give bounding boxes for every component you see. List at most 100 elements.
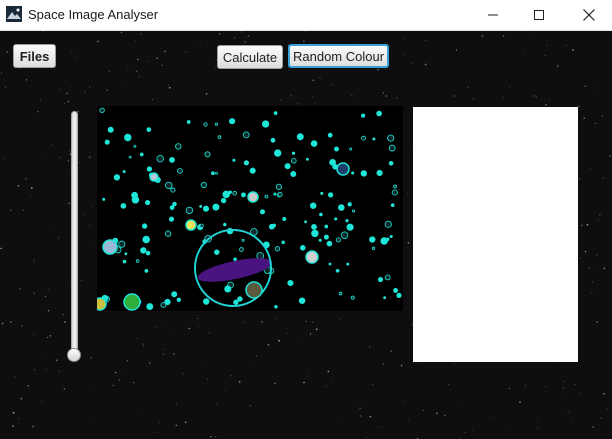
detected-star [338, 204, 345, 211]
detected-star [122, 170, 126, 174]
background-star [22, 209, 24, 211]
vertical-slider-thumb[interactable] [67, 348, 81, 362]
detected-star [384, 220, 392, 228]
detected-star [118, 240, 126, 248]
background-star [47, 289, 49, 291]
background-star [609, 155, 611, 157]
background-star [205, 93, 208, 95]
minimize-button[interactable] [470, 0, 516, 30]
detected-star [372, 137, 376, 141]
detected-star [273, 192, 277, 196]
random-colour-button[interactable]: Random Colour [288, 44, 389, 68]
detected-star [396, 292, 402, 298]
background-star [307, 375, 309, 377]
detected-star [323, 234, 329, 240]
background-star [175, 424, 178, 427]
detected-star [387, 134, 395, 142]
background-star [331, 382, 333, 384]
background-star [50, 227, 52, 229]
detected-star [249, 167, 256, 174]
detected-star [305, 157, 309, 161]
detected-star [141, 223, 148, 229]
space-image-view[interactable] [97, 106, 403, 311]
detected-star [291, 151, 296, 155]
background-star [404, 39, 406, 41]
detected-star [135, 259, 140, 263]
background-star [208, 332, 210, 334]
background-star [537, 427, 539, 429]
background-star [1, 322, 4, 325]
files-button[interactable]: Files [13, 44, 56, 68]
detected-star [124, 252, 128, 256]
detected-star [304, 220, 308, 224]
background-star [319, 77, 321, 79]
detected-star [290, 171, 297, 177]
background-star [124, 371, 126, 373]
background-star [44, 356, 46, 358]
background-star [256, 355, 257, 357]
detected-star [328, 262, 332, 266]
background-star [593, 87, 594, 89]
detected-star [172, 201, 177, 207]
background-star [200, 360, 202, 362]
highlighted-star [123, 293, 141, 311]
background-star [400, 364, 403, 367]
background-star [339, 319, 341, 321]
background-star [243, 321, 245, 323]
background-star [580, 392, 582, 394]
background-star [66, 92, 68, 95]
background-star [135, 70, 138, 73]
background-star [581, 224, 583, 226]
close-button[interactable] [566, 0, 612, 30]
background-star [182, 373, 184, 375]
background-star [121, 87, 123, 88]
background-star [68, 202, 70, 205]
background-star [448, 383, 450, 385]
background-star [67, 160, 70, 162]
background-star [156, 57, 158, 59]
detected-star [350, 295, 355, 300]
background-star [4, 86, 7, 88]
background-star [164, 50, 166, 53]
detected-star [124, 133, 132, 142]
background-star [188, 327, 190, 330]
background-star [244, 41, 246, 43]
background-star [297, 103, 299, 105]
background-star [215, 68, 217, 69]
detected-star [347, 202, 352, 207]
detected-star [318, 238, 322, 242]
background-star [91, 206, 93, 208]
background-star [453, 363, 455, 365]
background-star [173, 353, 175, 355]
detected-star [156, 155, 164, 163]
background-star [50, 143, 53, 145]
background-star [37, 111, 39, 113]
background-star [523, 49, 525, 51]
background-star [303, 381, 305, 384]
background-star [315, 101, 317, 103]
detected-star [200, 181, 207, 189]
background-star [580, 258, 581, 259]
background-star [97, 40, 99, 43]
background-star [366, 437, 367, 439]
vertical-slider-track[interactable] [71, 111, 78, 357]
background-star [196, 44, 197, 46]
background-star [423, 362, 425, 364]
background-star [138, 75, 140, 78]
detected-star [274, 149, 282, 157]
background-star [519, 401, 521, 404]
background-star [106, 89, 108, 91]
background-star [25, 79, 28, 81]
detected-star [243, 160, 250, 166]
background-star [24, 178, 27, 180]
background-star [524, 384, 526, 386]
background-star [472, 98, 475, 100]
maximize-button[interactable] [516, 0, 562, 30]
calculate-button[interactable]: Calculate [217, 45, 283, 69]
detected-star [215, 171, 218, 175]
background-star [114, 371, 117, 374]
detected-star [170, 187, 176, 193]
background-star [249, 405, 251, 407]
background-star [197, 318, 199, 319]
detected-star [282, 217, 287, 221]
